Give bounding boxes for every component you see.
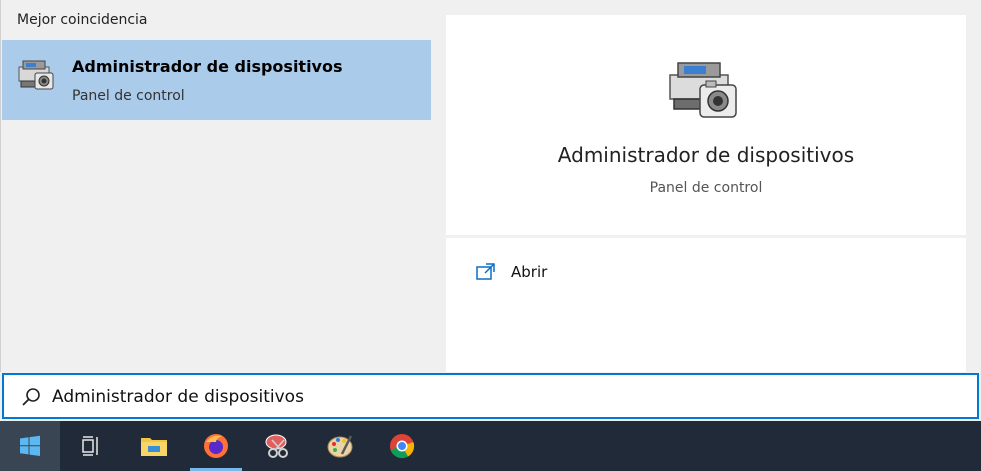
search-icon <box>22 388 40 406</box>
search-input[interactable] <box>50 381 954 413</box>
detail-card: Administrador de dispositivos Panel de c… <box>446 15 966 235</box>
task-view-button[interactable] <box>62 421 122 471</box>
best-match-result[interactable]: Administrador de dispositivos Panel de c… <box>2 40 432 120</box>
windows-logo-icon <box>20 435 40 456</box>
firefox-icon <box>204 434 228 458</box>
best-match-title: Administrador de dispositivos <box>72 57 343 76</box>
paint-icon <box>327 435 353 458</box>
detail-title: Administrador de dispositivos <box>557 143 855 167</box>
folder-icon <box>141 438 167 456</box>
open-action-label: Abrir <box>511 263 548 281</box>
device-manager-icon <box>669 62 737 118</box>
taskbar <box>0 421 981 471</box>
best-match-subtitle: Panel de control <box>72 88 185 104</box>
results-pane: Mejor coincidencia Administrador de disp… <box>0 0 432 372</box>
start-button[interactable] <box>0 421 60 471</box>
snipping-tool-button[interactable] <box>248 421 308 471</box>
search-box[interactable] <box>2 373 979 419</box>
actions-card: Abrir <box>446 238 966 372</box>
chrome-icon <box>390 434 415 459</box>
task-view-icon <box>82 436 98 456</box>
open-icon <box>476 263 495 280</box>
snipping-tool-icon <box>265 434 288 458</box>
chrome-button[interactable] <box>372 421 432 471</box>
details-pane: Administrador de dispositivos Panel de c… <box>431 0 981 372</box>
file-explorer-button[interactable] <box>124 421 184 471</box>
paint-button[interactable] <box>310 421 370 471</box>
firefox-button[interactable] <box>186 421 246 471</box>
section-title: Mejor coincidencia <box>17 12 148 28</box>
device-manager-icon <box>18 60 54 90</box>
detail-subtitle: Panel de control <box>649 180 763 196</box>
open-action[interactable]: Abrir <box>446 252 966 292</box>
